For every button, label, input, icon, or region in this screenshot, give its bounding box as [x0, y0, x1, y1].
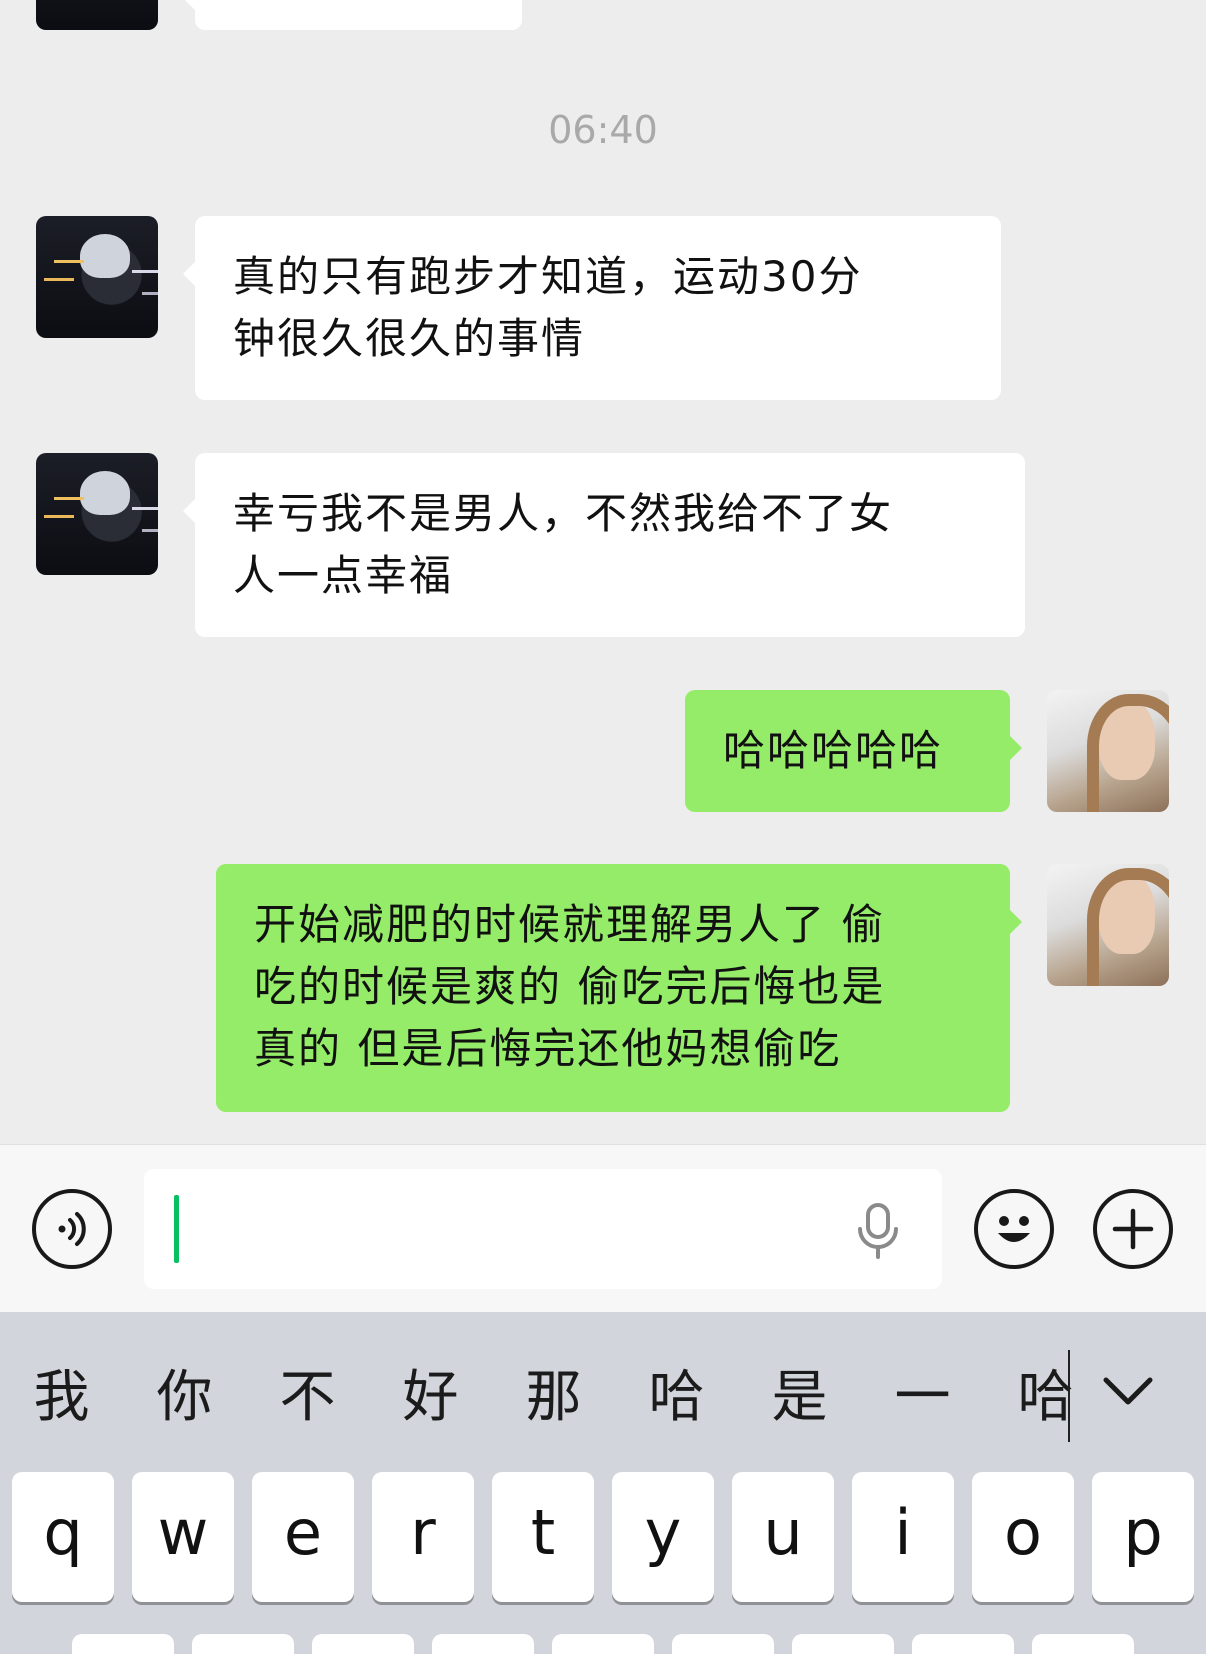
key-w[interactable]: w — [132, 1472, 234, 1602]
more-actions-button[interactable] — [1093, 1189, 1173, 1269]
message-bubble-partial[interactable] — [183, 0, 522, 30]
key-partial[interactable] — [912, 1634, 1014, 1654]
key-i[interactable]: i — [852, 1472, 954, 1602]
key-partial[interactable] — [792, 1634, 894, 1654]
key-partial[interactable] — [432, 1634, 534, 1654]
contact-avatar[interactable] — [36, 216, 158, 338]
voice-icon — [58, 1212, 86, 1246]
key-t[interactable]: t — [492, 1472, 594, 1602]
message-bubble-incoming[interactable]: 真的只有跑步才知道，运动30分 钟很久很久的事情 — [183, 216, 1001, 400]
message-input[interactable] — [144, 1169, 942, 1289]
text-cursor — [174, 1195, 179, 1263]
key-o[interactable]: o — [972, 1472, 1074, 1602]
chevron-down-icon[interactable] — [1098, 1360, 1158, 1420]
key-q[interactable]: q — [12, 1472, 114, 1602]
candidate-word[interactable]: 那 — [492, 1352, 615, 1433]
key-partial[interactable] — [552, 1634, 654, 1654]
key-partial[interactable] — [192, 1634, 294, 1654]
key-p[interactable]: p — [1092, 1472, 1194, 1602]
plus-icon — [1112, 1208, 1154, 1250]
key-partial[interactable] — [1032, 1634, 1134, 1654]
emoji-button[interactable] — [974, 1189, 1054, 1269]
message-bubble-incoming[interactable]: 幸亏我不是男人，不然我给不了女 人一点幸福 — [183, 453, 1025, 637]
candidate-word[interactable]: 我 — [0, 1352, 123, 1433]
candidate-word[interactable]: 不 — [246, 1352, 369, 1433]
self-avatar[interactable] — [1047, 864, 1169, 986]
candidate-separator — [1068, 1350, 1070, 1442]
message-timestamp: 06:40 — [548, 108, 658, 152]
contact-avatar[interactable] — [36, 0, 158, 30]
candidate-word[interactable]: 是 — [738, 1352, 861, 1433]
key-e[interactable]: e — [252, 1472, 354, 1602]
key-partial[interactable] — [672, 1634, 774, 1654]
voice-toggle-button[interactable] — [32, 1189, 112, 1269]
candidate-word[interactable]: 一 — [861, 1352, 984, 1433]
self-avatar[interactable] — [1047, 690, 1169, 812]
key-partial[interactable] — [72, 1634, 174, 1654]
candidate-bar: 我 你 不 好 那 哈 是 一 哈 — [0, 1312, 1206, 1472]
key-y[interactable]: y — [612, 1472, 714, 1602]
microphone-icon[interactable] — [856, 1203, 900, 1259]
keyboard: 我 你 不 好 那 哈 是 一 哈 q w e r t y u i o p — [0, 1312, 1206, 1654]
key-partial[interactable] — [312, 1634, 414, 1654]
key-r[interactable]: r — [372, 1472, 474, 1602]
message-bubble-outgoing[interactable]: 哈哈哈哈哈 — [685, 690, 1022, 812]
candidate-word[interactable]: 好 — [369, 1352, 492, 1433]
contact-avatar[interactable] — [36, 453, 158, 575]
message-bubble-outgoing[interactable]: 开始减肥的时候就理解男人了 偷 吃的时候是爽的 偷吃完后悔也是 真的 但是后悔完… — [216, 864, 1022, 1112]
key-u[interactable]: u — [732, 1472, 834, 1602]
candidate-word[interactable]: 哈 — [984, 1352, 1107, 1433]
emoji-icon — [998, 1216, 1030, 1242]
candidate-word[interactable]: 哈 — [615, 1352, 738, 1433]
candidate-word[interactable]: 你 — [123, 1352, 246, 1433]
chat-area[interactable]: 06:40 真的只有跑步才知道，运动30分 钟很久很久的事情 幸亏我不是男人，不… — [0, 0, 1206, 1144]
input-bar — [0, 1144, 1206, 1312]
